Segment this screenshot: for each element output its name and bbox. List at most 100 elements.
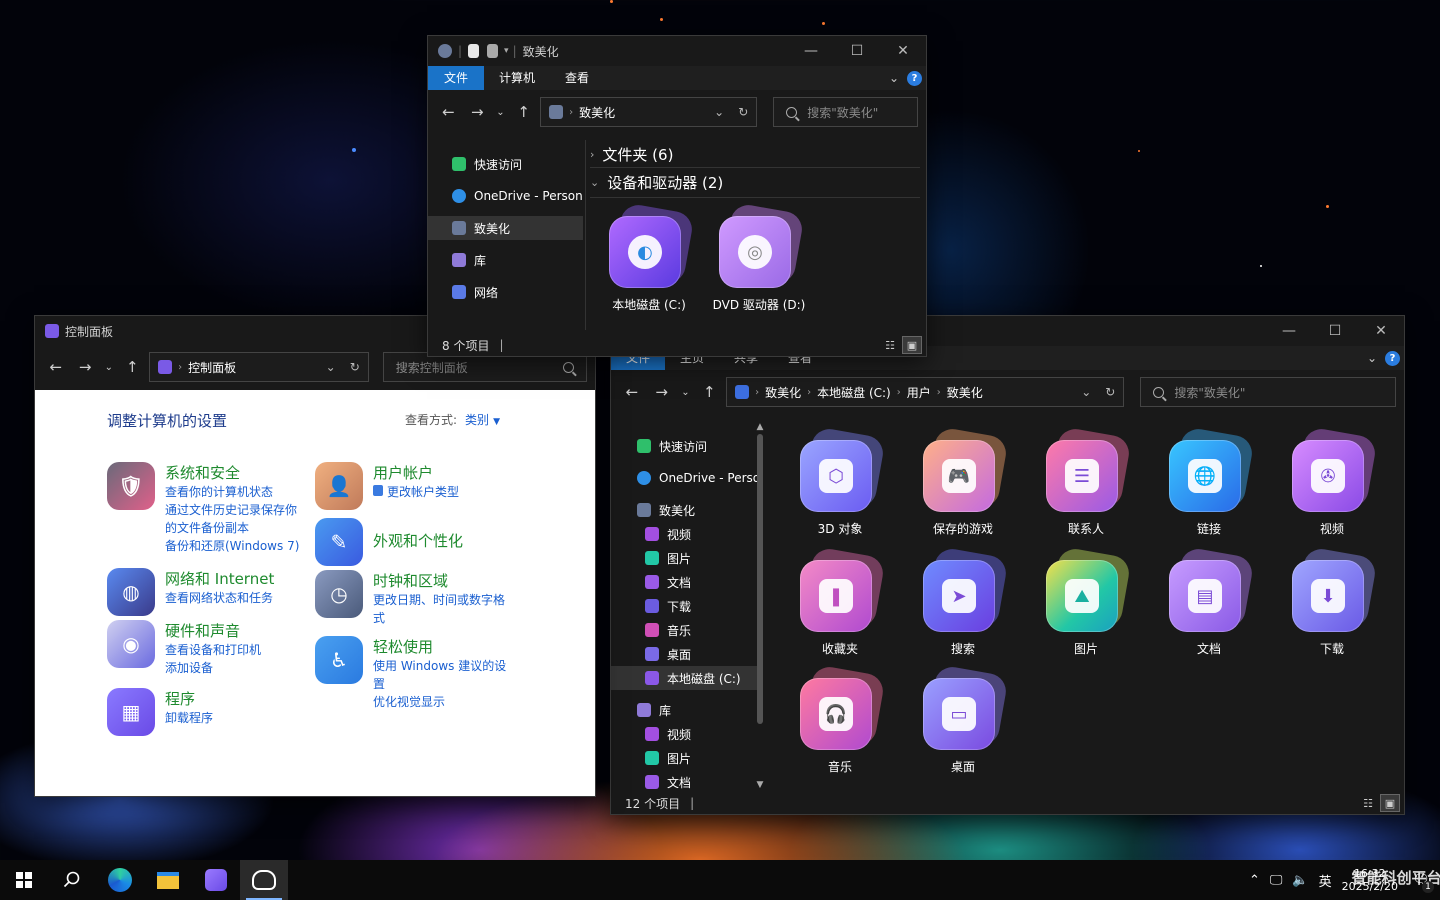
taskbar-file-explorer[interactable] [144,860,192,900]
category-title[interactable]: 时钟和区域 [373,570,515,591]
folder-favorites[interactable]: ❚ 收藏夹 [785,546,895,657]
up-arrow-icon[interactable]: ↑ [696,383,722,401]
forward-arrow-icon[interactable]: → [72,358,97,376]
sidebar-item-desktop[interactable]: 桌面 [611,642,761,666]
minimize-button[interactable]: — [1266,316,1312,346]
folder-music[interactable]: 🎧 音乐 [785,664,895,775]
category-link[interactable]: 卸载程序 [165,709,213,727]
sidebar-item-network[interactable]: 网络 [428,280,583,304]
folder-downloads[interactable]: ⬇ 下载 [1277,546,1387,657]
breadcrumb-item[interactable]: 致美化 [765,384,801,401]
category-link[interactable]: 通过文件历史记录保存你的文件备份副本 [165,501,307,537]
sidebar-item-lib-videos[interactable]: 视频 [611,722,761,746]
recent-chevron-icon[interactable]: ⌄ [494,107,507,118]
volume-icon[interactable]: 🔈 [1292,873,1308,888]
category-link[interactable]: 添加设备 [165,659,261,677]
view-by-dropdown[interactable]: 类别 [465,413,489,427]
drive-d[interactable]: ◎ DVD 驱动器 (D:) [704,202,814,313]
address-dropdown-icon[interactable]: ⌄ [1081,385,1091,399]
category-title[interactable]: 外观和个性化 [373,530,463,551]
tab-file[interactable]: 文件 [428,66,485,90]
tab-computer[interactable]: 计算机 [484,66,550,90]
category-link[interactable]: 备份和还原(Windows 7) [165,537,307,555]
address-bar[interactable]: › 控制面板 ⌄ ↻ [149,352,369,382]
show-hidden-icons-chevron-icon[interactable]: ⌃ [1249,873,1260,888]
search-button[interactable] [48,860,96,900]
breadcrumb-item[interactable]: 用户 [907,384,931,401]
sidebar-item-quick-access[interactable]: 快速访问 [611,434,761,458]
address-bar[interactable]: › 致美化 › 本地磁盘 (C:) › 用户 › 致美化 ⌄ ↻ [726,377,1125,407]
properties-icon[interactable] [468,44,480,58]
forward-arrow-icon[interactable]: → [649,383,675,401]
new-folder-icon[interactable] [487,44,499,58]
sidebar-item-onedrive[interactable]: OneDrive - Personal [428,184,583,208]
details-view-icon[interactable]: ☷ [1358,794,1378,812]
sidebar-item-downloads[interactable]: 下载 [611,594,761,618]
back-arrow-icon[interactable]: ← [436,103,461,121]
folder-3d-objects[interactable]: ⬡ 3D 对象 [785,426,895,537]
category-link[interactable]: 查看设备和打印机 [165,641,261,659]
category-title[interactable]: 轻松使用 [373,636,515,657]
sidebar-item-quick-access[interactable]: 快速访问 [428,152,583,176]
breadcrumb-item[interactable]: 致美化 [947,384,983,401]
group-header-folders[interactable]: › 文件夹 (6) [590,142,920,168]
refresh-icon[interactable]: ↻ [350,360,360,374]
sidebar-item-user[interactable]: 致美化 [611,498,761,522]
toolbar-dropdown-icon[interactable]: ▾ [504,46,509,56]
maximize-button[interactable]: ☐ [1312,316,1358,346]
details-view-icon[interactable]: ☷ [880,336,900,354]
breadcrumb-item[interactable]: 致美化 [579,104,615,121]
sidebar-item-libraries[interactable]: 库 [611,698,761,722]
up-arrow-icon[interactable]: ↑ [511,103,536,121]
sidebar-item-onedrive[interactable]: OneDrive - Personal [611,466,761,490]
taskbar-photos[interactable] [240,860,288,900]
ribbon-expand-icon[interactable]: ⌄ [889,71,899,85]
category-title[interactable]: 系统和安全 [165,462,307,483]
category-link[interactable]: 优化视觉显示 [373,693,515,711]
tab-view[interactable]: 查看 [550,66,604,90]
taskbar-control-panel[interactable] [192,860,240,900]
sidebar-item-pictures[interactable]: 图片 [611,546,761,570]
close-button[interactable]: ✕ [880,36,926,66]
sidebar-scrollbar[interactable]: ▲ ▼ [753,422,767,790]
help-icon[interactable]: ? [1385,350,1400,366]
forward-arrow-icon[interactable]: → [465,103,490,121]
category-title[interactable]: 网络和 Internet [165,568,274,589]
sidebar-item-videos[interactable]: 视频 [611,522,761,546]
folder-documents[interactable]: ▤ 文档 [1154,546,1264,657]
clock[interactable]: 16:32 2025/2/20 智能科创平台 [1342,867,1440,893]
large-icons-view-icon[interactable]: ▣ [902,336,922,354]
recent-chevron-icon[interactable]: ⌄ [102,362,116,373]
folder-pictures[interactable]: ⛰ 图片 [1031,546,1141,657]
notification-center-button[interactable]: 🗨 1 [1408,867,1434,893]
category-link[interactable]: 使用 Windows 建议的设置 [373,657,515,693]
folder-contacts[interactable]: ☰ 联系人 [1031,426,1141,537]
folder-videos[interactable]: ✇ 视频 [1277,426,1387,537]
category-link[interactable]: 查看网络状态和任务 [165,589,274,607]
dropdown-caret-icon[interactable]: ▼ [493,417,500,427]
sidebar-item-lib-documents[interactable]: 文档 [611,770,761,790]
refresh-icon[interactable]: ↻ [1105,385,1115,399]
scroll-up-icon[interactable]: ▲ [753,422,767,432]
close-button[interactable]: ✕ [1358,316,1404,346]
help-icon[interactable]: ? [907,70,922,86]
sidebar-item-libraries[interactable]: 库 [428,248,583,272]
address-bar[interactable]: › 致美化 ⌄ ↻ [540,97,758,127]
breadcrumb-item[interactable]: 控制面板 [188,359,236,376]
sidebar-item-documents[interactable]: 文档 [611,570,761,594]
recent-chevron-icon[interactable]: ⌄ [679,387,693,398]
address-dropdown-icon[interactable]: ⌄ [326,360,336,374]
category-title[interactable]: 用户帐户 [373,462,459,483]
sidebar-item-user[interactable]: 致美化 [428,216,583,240]
search-input[interactable]: 搜索"致美化" [773,97,918,127]
scroll-down-icon[interactable]: ▼ [753,780,767,790]
folder-links[interactable]: 🌐 链接 [1154,426,1264,537]
folder-saved-games[interactable]: 🎮 保存的游戏 [908,426,1018,537]
group-header-devices[interactable]: ⌄ 设备和驱动器 (2) [590,168,920,198]
network-icon[interactable]: 🖵 [1270,873,1283,888]
refresh-icon[interactable]: ↻ [738,105,748,119]
search-input[interactable]: 搜索"致美化" [1140,377,1397,407]
back-arrow-icon[interactable]: ← [43,358,68,376]
back-arrow-icon[interactable]: ← [619,383,645,401]
category-link[interactable]: 查看你的计算机状态 [165,483,307,501]
